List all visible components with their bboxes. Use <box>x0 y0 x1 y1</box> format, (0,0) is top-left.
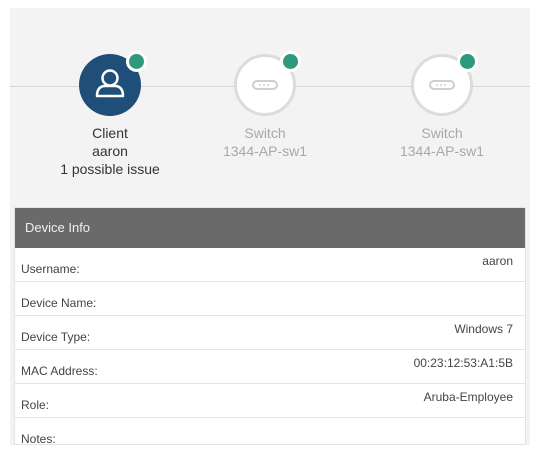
row-key: Device Name: <box>21 296 97 310</box>
row-value: Windows 7 <box>454 322 513 336</box>
device-info-row-device-type: Device Type: Windows 7 <box>15 316 525 350</box>
device-info-row-device-name: Device Name: <box>15 282 525 316</box>
topology-node-switch-1[interactable]: Switch 1344-AP-sw1 <box>185 51 345 160</box>
client-node-label: Client aaron 1 possible issue <box>30 124 190 178</box>
client-node-circle[interactable] <box>79 51 147 116</box>
row-key: Notes: <box>21 432 56 446</box>
switch-node-label: Switch 1344-AP-sw1 <box>185 124 345 160</box>
row-key: Role: <box>21 398 50 412</box>
client-type: Client <box>92 125 128 141</box>
topology-view: Client aaron 1 possible issue Switch 134… <box>10 8 530 196</box>
app-frame: Client aaron 1 possible issue Switch 134… <box>10 8 530 446</box>
client-issue-count[interactable]: 1 possible issue <box>30 160 190 178</box>
topology-node-client[interactable]: Client aaron 1 possible issue <box>30 51 190 178</box>
row-key: Username: <box>21 262 80 276</box>
device-info-panel: Device Info Username: aaron Device Name:… <box>14 207 526 446</box>
client-username: aaron <box>92 143 128 159</box>
row-value: aaron <box>482 254 513 268</box>
switch-node-label: Switch 1344-AP-sw1 <box>362 124 522 160</box>
topology-node-switch-2[interactable]: Switch 1344-AP-sw1 <box>362 51 522 160</box>
row-key: MAC Address: <box>21 364 98 378</box>
row-key: Device Type: <box>21 330 91 344</box>
switch-type: Switch <box>421 125 463 141</box>
device-info-header: Device Info <box>15 208 525 248</box>
row-value: 00:23:12:53:A1:5B <box>413 356 513 370</box>
status-dot-icon <box>126 51 147 72</box>
device-info-row-username: Username: aaron <box>15 248 525 282</box>
status-dot-icon <box>280 51 301 72</box>
row-value: Aruba-Employee <box>423 390 513 404</box>
status-dot-icon <box>457 51 478 72</box>
switch-name: 1344-AP-sw1 <box>222 143 308 159</box>
device-info-row-notes: Notes: <box>15 418 525 451</box>
switch-name: 1344-AP-sw1 <box>399 143 485 159</box>
device-info-row-mac-address: MAC Address: 00:23:12:53:A1:5B <box>15 350 525 384</box>
switch-node-circle[interactable] <box>234 51 301 116</box>
switch-node-circle[interactable] <box>411 51 478 116</box>
device-info-row-role: Role: Aruba-Employee <box>15 384 525 418</box>
switch-type: Switch <box>244 125 286 141</box>
